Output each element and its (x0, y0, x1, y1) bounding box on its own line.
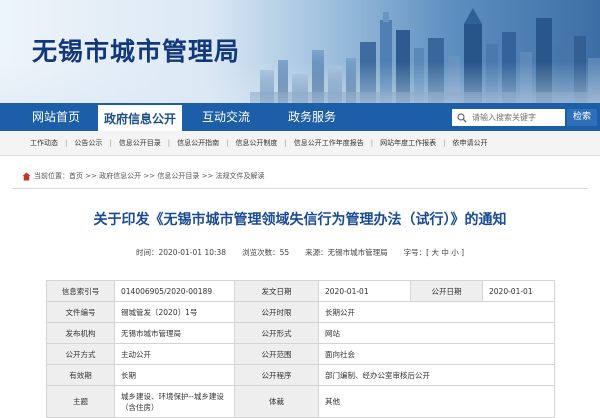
table-row: 有效期 长期 公开程序 部门编制、经办公室审核后公开 (46, 364, 555, 386)
subnav-item-news[interactable]: 工作动态 (30, 138, 58, 148)
article-meta: 时间：2020-01-01 10:38 浏览次数：55 来源：无锡市城市管理局 … (0, 247, 600, 261)
search-input[interactable] (469, 110, 559, 125)
table-value: 014006905/2020-00189 (114, 280, 235, 302)
table-row: 文件编号 锡城管发〔2020〕1号 公开时限 长期公开 (46, 301, 555, 323)
table-label: 公开时限 (234, 301, 319, 323)
publish-time: 时间：2020-01-01 10:38 (135, 248, 227, 257)
subnav-separator: | (109, 139, 112, 147)
table-label: 信息索引号 (46, 280, 115, 302)
nav-interaction[interactable]: 互动交流 (182, 103, 270, 131)
main-nav: 网站首页 政府信息公开 互动交流 政务服务 检索 (0, 103, 600, 131)
search-icon (455, 111, 469, 125)
table-value: 长期 (114, 364, 235, 386)
breadcrumb-text[interactable]: 当前位置：首页 >> 政府信息公开 >> 信息公开目录 >> 法规文件及解读 (34, 171, 265, 181)
subnav-separator: | (167, 139, 171, 147)
subnav-item-site-report[interactable]: 网站年度工作报表 (380, 138, 436, 148)
table-row: 信息索引号 014006905/2020-00189 发文日期 2020-01-… (46, 280, 555, 302)
site-title[interactable]: 无锡市城市管理局 (32, 32, 240, 68)
nav-gov-info[interactable]: 政府信息公开 (98, 103, 182, 131)
table-label: 公开方式 (46, 343, 115, 365)
subnav-item-annual-report[interactable]: 信息公开工作年度报告 (294, 138, 364, 148)
table-value: 无锡市城市管理局 (114, 322, 235, 344)
table-label: 公开范围 (234, 343, 319, 365)
sub-nav: 工作动态 | 公告公示 | 信息公开目录 | 信息公开指南 | 信息公开制度 |… (0, 131, 600, 156)
subnav-item-guide[interactable]: 信息公开指南 (177, 138, 219, 148)
subnav-separator: | (443, 139, 446, 147)
article-title: 关于印发《无锡市城市管理领域失信行为管理办法（试行）》的通知 (93, 212, 507, 228)
subnav-separator: | (65, 139, 68, 147)
search-button[interactable]: 检索 (567, 109, 597, 126)
table-value: 2020-01-01 (482, 280, 555, 302)
table-label: 公开日期 (410, 280, 483, 302)
subnav-separator: | (226, 139, 229, 147)
table-value: 城乡建设、环境保护--城乡建设（含住房） (114, 385, 235, 418)
table-label: 主题 (46, 385, 115, 418)
table-label: 发文日期 (234, 280, 319, 302)
table-label: 文件编号 (46, 301, 115, 323)
table-value: 网站 (318, 322, 555, 344)
article-source: 来源：无锡市城市管理局 (305, 248, 388, 257)
table-row: 公开方式 主动公开 公开范围 面向社会 (46, 343, 555, 365)
subnav-item-catalog[interactable]: 信息公开目录 (119, 138, 161, 148)
table-value: 锡城管发〔2020〕1号 (114, 301, 235, 323)
table-value: 部门编制、经办公室审核后公开 (318, 364, 555, 386)
table-value: 其他 (318, 385, 555, 418)
table-row: 主题 城乡建设、环境保护--城乡建设（含住房） 体裁 其他 (46, 385, 555, 418)
table-value: 2020-01-01 (318, 280, 411, 302)
font-size-control[interactable]: 字号：[ 大 中 小 ] (404, 247, 464, 261)
location-icon (22, 172, 31, 180)
subnav-separator: | (284, 139, 287, 147)
site-banner: 无锡市城市管理局 (0, 0, 600, 103)
table-label: 公开程序 (234, 364, 319, 386)
divider (12, 188, 588, 189)
table-label: 有效期 (46, 364, 115, 386)
table-value: 面向社会 (318, 343, 555, 365)
nav-home[interactable]: 网站首页 (14, 103, 98, 131)
table-row: 发布机构 无锡市城市管理局 公开形式 网站 (46, 322, 555, 344)
info-table: 信息索引号 014006905/2020-00189 发文日期 2020-01-… (46, 280, 555, 418)
breadcrumb: 当前位置：首页 >> 政府信息公开 >> 信息公开目录 >> 法规文件及解读 (22, 168, 600, 184)
table-value: 主动公开 (114, 343, 235, 365)
table-label: 发布机构 (46, 322, 115, 344)
subnav-item-notices[interactable]: 公告公示 (74, 138, 102, 148)
table-value: 长期公开 (318, 301, 555, 323)
view-count: 浏览次数：55 (242, 248, 290, 257)
subnav-separator: | (370, 139, 374, 147)
subnav-item-system[interactable]: 信息公开制度 (235, 138, 277, 148)
subnav-item-apply[interactable]: 依申请公开 (453, 138, 488, 148)
table-label: 体裁 (234, 385, 319, 418)
search-box (452, 109, 565, 126)
table-label: 公开形式 (234, 322, 319, 344)
nav-services[interactable]: 政务服务 (270, 103, 354, 131)
